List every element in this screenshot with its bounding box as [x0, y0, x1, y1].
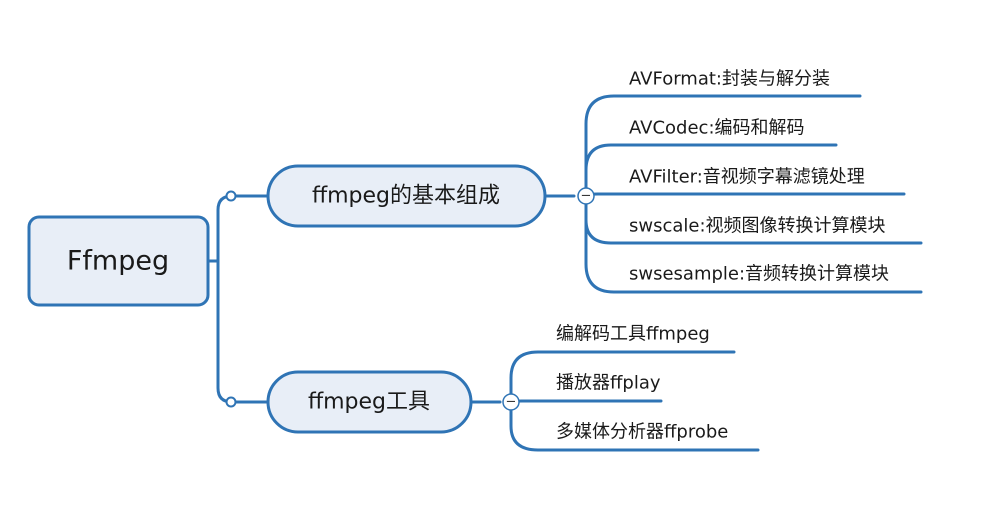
branch-1-collapse-toggle[interactable]: −: [577, 187, 595, 205]
collapse-icon: −: [506, 395, 517, 410]
branch-node-tools[interactable]: ffmpeg工具: [266, 370, 473, 434]
leaf-ffmpeg-codec-tool: 编解码工具ffmpeg: [556, 324, 710, 345]
leaf-connector: [509, 399, 663, 404]
root-node[interactable]: Ffmpeg: [27, 215, 210, 307]
mindmap-canvas: Ffmpeg ffmpeg的基本组成 − AVFormat:封装与解分装 AVC…: [27, 69, 923, 452]
branch-2-anchor-dot: [225, 396, 237, 408]
root-connectors: [206, 194, 270, 404]
branch-2-collapse-toggle[interactable]: −: [502, 393, 520, 411]
branch-label: ffmpeg的基本组成: [312, 184, 500, 209]
leaf-swscale: swscale:视频图像转换计算模块: [629, 216, 886, 237]
leaf-avfilter: AVFilter:音视频字幕滤镜处理: [629, 167, 865, 188]
leaf-avformat: AVFormat:封装与解分装: [629, 69, 830, 90]
leaf-swsesample: swsesample:音频转换计算模块: [629, 264, 889, 285]
collapse-icon: −: [581, 189, 592, 204]
root-label: Ffmpeg: [67, 246, 169, 277]
leaf-ffprobe: 多媒体分析器ffprobe: [556, 422, 728, 443]
root-to-branch-1-connector: [206, 194, 270, 263]
branch-node-basic-components[interactable]: ffmpeg的基本组成: [266, 164, 547, 228]
branch-label: ffmpeg工具: [308, 390, 430, 415]
branch-1-anchor-dot: [225, 190, 237, 202]
leaf-avcodec: AVCodec:编码和解码: [629, 118, 805, 139]
leaf-ffplay: 播放器ffplay: [556, 373, 661, 394]
root-to-branch-2-connector: [206, 259, 270, 404]
leaf-connector: [584, 192, 906, 198]
